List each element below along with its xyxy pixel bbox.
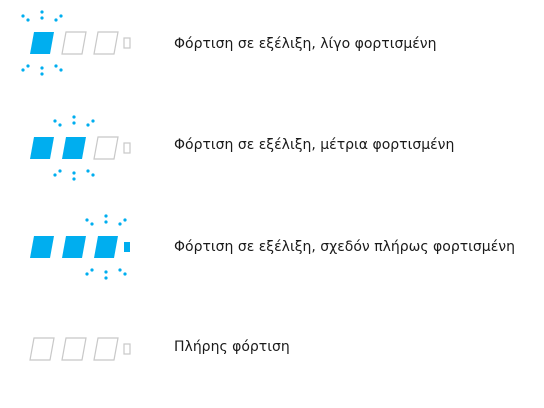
blink-dot (123, 272, 127, 276)
blink-dot (90, 222, 94, 226)
battery-terminal (124, 242, 130, 252)
blink-dot (91, 119, 95, 123)
blink-dot (21, 14, 25, 18)
battery-segment (29, 337, 55, 361)
blink-dot (40, 16, 44, 20)
battery-segment (62, 137, 86, 159)
blink-dot (53, 119, 57, 123)
blink-dot (26, 18, 30, 22)
blink-dot (54, 18, 58, 22)
blink-dot (104, 214, 108, 218)
battery-segment (94, 236, 118, 258)
blink-dot (40, 72, 44, 76)
battery-icon (29, 337, 131, 361)
battery-segment (30, 32, 54, 54)
blink-dot (123, 218, 127, 222)
blink-dot (58, 169, 62, 173)
battery-segment (93, 337, 119, 361)
charging-state-label: Φόρτιση σε εξέλιξη, λίγο φορτισμένη (174, 36, 437, 52)
charging-state-row: Φόρτιση σε εξέλιξη, μέτρια φορτισμένη (0, 104, 544, 194)
charging-state-label: Φόρτιση σε εξέλιξη, σχεδόν πλήρως φορτισ… (174, 239, 515, 255)
charging-state-row: Φόρτιση σε εξέλιξη, λίγο φορτισμένη (0, 0, 544, 90)
blink-dot (26, 64, 30, 68)
blink-dot (104, 220, 108, 224)
blink-dot (90, 268, 94, 272)
blink-dot (118, 222, 122, 226)
blink-dot (72, 171, 76, 175)
battery-terminal (123, 142, 131, 154)
battery-segment (61, 337, 87, 361)
blink-dot (59, 68, 63, 72)
blink-dot (86, 169, 90, 173)
blink-dot (21, 68, 25, 72)
blink-dot (85, 272, 89, 276)
blink-dot (40, 10, 44, 14)
blink-dot (54, 64, 58, 68)
blink-dot (40, 66, 44, 70)
battery-segment (30, 236, 54, 258)
battery-segment (30, 137, 54, 159)
blink-dot (91, 173, 95, 177)
blink-dot (118, 268, 122, 272)
charging-state-row: Πλήρης φόρτιση (0, 318, 544, 361)
blink-dot (86, 123, 90, 127)
blink-dot (85, 218, 89, 222)
charging-state-label: Φόρτιση σε εξέλιξη, μέτρια φορτισμένη (174, 137, 455, 153)
blink-dot (72, 115, 76, 119)
blink-dot (104, 270, 108, 274)
battery-icon (30, 214, 130, 280)
battery-segment (93, 136, 119, 160)
blink-dot (58, 123, 62, 127)
charging-state-row: Φόρτιση σε εξέλιξη, σχεδόν πλήρως φορτισ… (0, 196, 544, 286)
battery-icon (21, 10, 131, 76)
battery-terminal (123, 343, 131, 355)
battery-icon (30, 115, 131, 181)
battery-segment (62, 236, 86, 258)
blink-dot (53, 173, 57, 177)
charging-state-label: Πλήρης φόρτιση (174, 339, 290, 355)
blink-dot (72, 121, 76, 125)
blink-dot (72, 177, 76, 181)
battery-segment (61, 31, 87, 55)
battery-segment (93, 31, 119, 55)
blink-dot (59, 14, 63, 18)
battery-terminal (123, 37, 131, 49)
blink-dot (104, 276, 108, 280)
